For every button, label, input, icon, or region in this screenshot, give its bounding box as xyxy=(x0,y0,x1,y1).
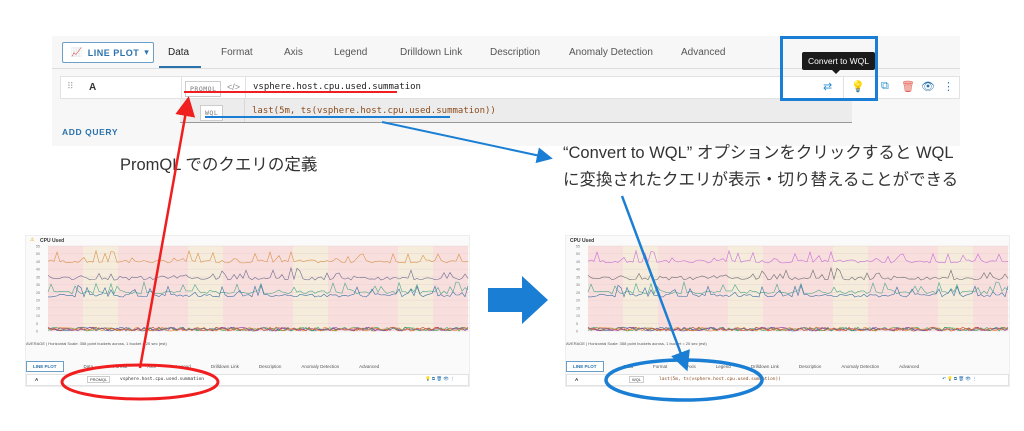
blue-ellipse xyxy=(604,358,764,402)
blue-down-arrow xyxy=(620,195,690,372)
red-ellipse xyxy=(60,363,220,401)
annotation-overlay xyxy=(60,91,764,402)
red-pointer-arrow xyxy=(138,96,196,369)
transition-arrow-icon xyxy=(488,276,548,324)
blue-pointer-arrow xyxy=(381,121,553,164)
